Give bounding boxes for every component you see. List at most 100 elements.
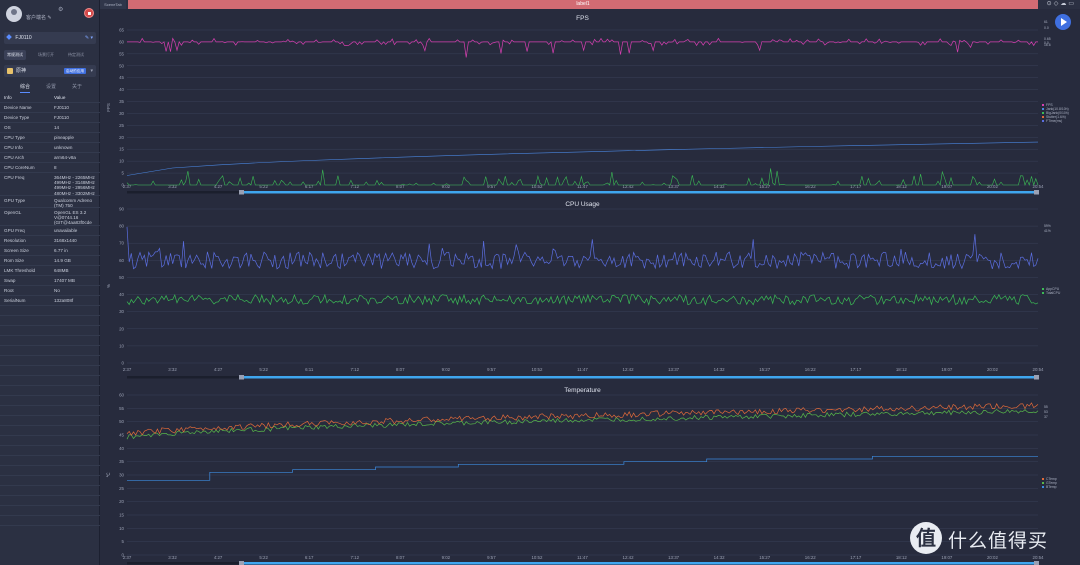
- y-tick-label: 10: [119, 343, 124, 348]
- mode-tab-normal[interactable]: 常规测试: [4, 50, 26, 60]
- scrollbar-handle-left: [239, 375, 244, 380]
- legend-swatch: [1042, 112, 1044, 114]
- y-axis-label: ℃: [106, 472, 111, 477]
- y-tick-label: 5: [122, 539, 125, 544]
- chart-title: FPS: [576, 15, 589, 22]
- info-row-empty: [0, 386, 100, 396]
- info-key: CPU Arch: [4, 155, 25, 160]
- x-tick-label: 9:02: [442, 555, 451, 560]
- top-bar: SceneTab label1 ⊙◇☁▭: [100, 0, 1080, 9]
- y-tick-label: 60: [119, 393, 124, 398]
- gear-icon[interactable]: ⚙: [58, 6, 63, 13]
- info-header-key: Info: [4, 95, 12, 100]
- info-row: CPU CoreNum 8: [0, 163, 100, 173]
- info-row-empty: [0, 306, 100, 316]
- info-row: Root No: [0, 286, 100, 296]
- info-row-empty: [0, 356, 100, 366]
- tab-scene[interactable]: SceneTab: [100, 0, 126, 9]
- total-cpu-line: [126, 226, 1039, 270]
- chevron-down-icon[interactable]: ▾: [90, 65, 93, 77]
- info-row-empty: [0, 346, 100, 356]
- device-tools-icon[interactable]: ✎ ▾: [85, 32, 93, 44]
- mode-tab-pending[interactable]: 待定测试: [68, 50, 84, 60]
- x-tick-label: 2:37: [123, 555, 132, 560]
- legend-swatch: [1042, 288, 1044, 290]
- x-tick-label: 10:52: [531, 555, 543, 560]
- y-tick-label: 30: [119, 111, 124, 116]
- tab-label[interactable]: label1: [128, 0, 1038, 9]
- info-row-empty: [0, 456, 100, 466]
- x-tick-label: 9:57: [487, 555, 496, 560]
- x-tick-label: 17:17: [850, 555, 862, 560]
- app-cpu-line: [126, 293, 1039, 306]
- end-value-label: 16.6: [1044, 43, 1051, 47]
- top-icons: ⊙◇☁▭: [1047, 0, 1076, 9]
- user-name[interactable]: 客户端名 ✎: [26, 14, 52, 21]
- info-row-empty: [0, 376, 100, 386]
- sidebar: 客户端名 ✎ ⚙ FJ0110 ✎ ▾ 常规测试 场景打开 待定测试 原神 启动…: [0, 0, 100, 565]
- info-value: FJ0110: [54, 115, 69, 120]
- info-row-empty: [0, 366, 100, 376]
- info-key: Rom Size: [4, 258, 24, 263]
- info-value: OpenGL ES 3.2 V@0744.16 (GIT@4aa83f0cde: [54, 210, 92, 226]
- jank-line: [126, 168, 1039, 187]
- legend-swatch: [1042, 486, 1044, 488]
- device-select[interactable]: FJ0110 ✎ ▾: [4, 32, 96, 44]
- info-row: OpenGL OpenGL ES 3.2 V@0744.16 (GIT@4aa83…: [0, 208, 100, 226]
- info-row-empty: [0, 416, 100, 426]
- info-key: CPU Freq: [4, 175, 25, 180]
- info-key: CPU Info: [4, 145, 23, 150]
- info-key: CPU Type: [4, 135, 25, 140]
- location-icon[interactable]: ⊙: [1047, 1, 1054, 7]
- folder-icon[interactable]: ▭: [1068, 1, 1076, 7]
- info-row-empty: [0, 446, 100, 456]
- info-row-empty: [0, 426, 100, 436]
- chart-title: CPU Usage: [565, 201, 600, 208]
- y-tick-label: 60: [119, 258, 124, 263]
- info-row: Device Name FJ0110: [0, 103, 100, 113]
- y-axis-label: %: [106, 284, 111, 288]
- avatar[interactable]: [6, 6, 22, 22]
- info-value: unknown: [54, 145, 73, 150]
- info-value: 17407 MB: [54, 278, 75, 283]
- y-tick-label: 0: [122, 361, 125, 366]
- y-tick-label: 35: [119, 459, 124, 464]
- y-tick-label: 30: [119, 309, 124, 314]
- x-tick-label: 3:32: [168, 555, 177, 560]
- info-value: 132a808f: [54, 298, 74, 303]
- info-row: CPU Freq 364MHz - 2265MHz 499MHz - 3148MH…: [0, 173, 100, 196]
- chart-title: Temperature: [564, 387, 601, 394]
- x-tick-label: 16:22: [805, 367, 817, 372]
- cpu-usage-chart: CPU Usage 0 10 20 30 40 50 60 70 80 90% 2:37 3:32 4:2…: [106, 201, 1061, 380]
- app-select[interactable]: 原神 启动的应用 ▾: [4, 65, 96, 77]
- info-row-empty: [0, 436, 100, 446]
- y-tick-label: 45: [119, 75, 124, 80]
- x-tick-label: 18:12: [896, 555, 908, 560]
- info-value: 14: [54, 125, 60, 130]
- app-name: 原神: [16, 68, 27, 74]
- info-header-value: Value: [54, 95, 66, 100]
- info-key: Swap: [4, 278, 16, 283]
- x-tick-label: 15:27: [759, 367, 771, 372]
- y-tick-label: 35: [119, 99, 124, 104]
- x-tick-label: 4:27: [214, 555, 223, 560]
- subtab-overview[interactable]: 综合: [20, 82, 31, 93]
- info-row-empty: [0, 326, 100, 336]
- x-tick-label: 10:52: [531, 367, 543, 372]
- y-tick-label: 40: [119, 87, 124, 92]
- info-value: pineapple: [54, 135, 74, 140]
- info-subtabs: 综合 设置 关于: [4, 82, 96, 93]
- x-tick-label: 18:12: [896, 367, 908, 372]
- info-row-empty: [0, 476, 100, 486]
- y-tick-label: 40: [119, 446, 124, 451]
- x-tick-label: 9:57: [487, 367, 496, 372]
- subtab-settings[interactable]: 设置: [46, 82, 56, 92]
- record-button[interactable]: [84, 8, 94, 18]
- fps-chart: FPS05101520253035404550556065FPS2:37 3:32…: [106, 15, 1069, 195]
- info-row-empty: [0, 506, 100, 516]
- end-value-label: 59%: [1044, 224, 1051, 228]
- subtab-about[interactable]: 关于: [72, 82, 82, 92]
- y-tick-label: 50: [119, 275, 124, 280]
- y-tick-label: 20: [119, 326, 124, 331]
- mode-tab-scene[interactable]: 场景打开: [38, 50, 54, 60]
